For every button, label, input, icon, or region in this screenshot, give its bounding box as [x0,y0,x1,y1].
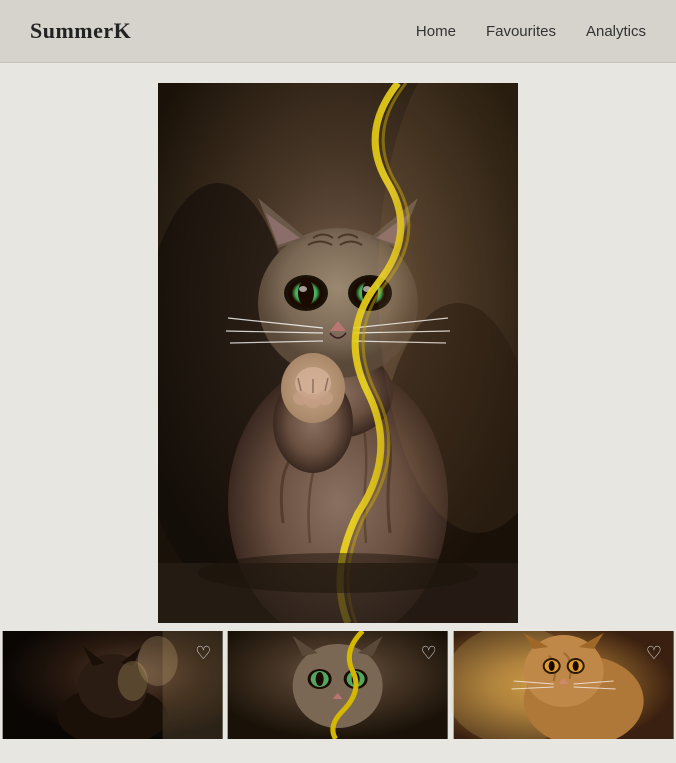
nav-favourites[interactable]: Favourites [486,23,556,40]
heart-btn-2[interactable]: ♡ [415,639,443,667]
nav-home[interactable]: Home [416,23,456,40]
featured-image[interactable] [158,83,518,623]
heart-btn-3[interactable]: ♡ [640,639,668,667]
featured-cat-image [158,83,518,623]
main-nav: Home Favourites Analytics [416,23,646,40]
header: SummerK Home Favourites Analytics [0,0,676,63]
nav-analytics[interactable]: Analytics [586,23,646,40]
thumbnail-3[interactable]: ♡ [451,631,676,739]
site-logo[interactable]: SummerK [30,18,131,44]
main-content: ♡ [0,63,676,739]
featured-image-container [158,83,518,623]
thumbnail-2[interactable]: ♡ [225,631,450,739]
thumbnail-1[interactable]: ♡ [0,631,225,739]
thumbnail-row: ♡ [0,631,676,739]
heart-btn-1[interactable]: ♡ [189,639,217,667]
